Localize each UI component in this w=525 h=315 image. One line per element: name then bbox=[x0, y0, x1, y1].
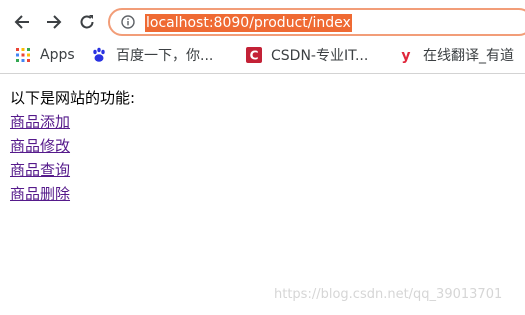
reload-button[interactable] bbox=[75, 10, 99, 34]
arrow-right-icon bbox=[47, 15, 62, 29]
watermark: https://blog.csdn.net/qq_39013701 bbox=[274, 287, 503, 302]
address-bar[interactable]: localhost:8090/product/index bbox=[108, 8, 525, 36]
bookmark-apps[interactable]: Apps bbox=[14, 42, 75, 68]
link-query-product[interactable]: 商品查询 bbox=[10, 158, 135, 182]
browser-chrome: localhost:8090/product/index Apps 百度一下，你… bbox=[0, 0, 525, 74]
forward-button[interactable] bbox=[42, 10, 66, 34]
bookmark-csdn[interactable]: C CSDN-专业IT... bbox=[245, 42, 368, 68]
csdn-logo-icon: C bbox=[245, 46, 263, 64]
link-edit-product[interactable]: 商品修改 bbox=[10, 134, 135, 158]
link-add-product[interactable]: 商品添加 bbox=[10, 110, 135, 134]
arrow-left-icon bbox=[14, 15, 29, 29]
link-delete-product[interactable]: 商品删除 bbox=[10, 182, 135, 206]
svg-text:C: C bbox=[250, 49, 259, 63]
youdao-logo-icon: y bbox=[397, 46, 415, 64]
bookmark-label: Apps bbox=[40, 47, 75, 63]
bookmark-youdao[interactable]: y 在线翻译_有道 bbox=[397, 42, 514, 68]
bookmark-baidu[interactable]: 百度一下，你... bbox=[90, 42, 213, 68]
page-content: 以下是网站的功能: 商品添加 商品修改 商品查询 商品删除 bbox=[10, 86, 135, 206]
apps-grid-icon bbox=[14, 46, 32, 64]
svg-text:y: y bbox=[401, 48, 410, 63]
url-text[interactable]: localhost:8090/product/index bbox=[145, 14, 352, 32]
reload-icon bbox=[80, 15, 94, 29]
bookmark-label: 百度一下，你... bbox=[116, 48, 214, 64]
back-button[interactable] bbox=[10, 10, 34, 34]
info-icon[interactable] bbox=[121, 15, 135, 29]
baidu-paw-icon bbox=[90, 46, 108, 64]
intro-text: 以下是网站的功能: bbox=[10, 89, 136, 107]
bookmark-label: CSDN-专业IT... bbox=[271, 48, 369, 64]
bookmark-label: 在线翻译_有道 bbox=[423, 48, 514, 64]
